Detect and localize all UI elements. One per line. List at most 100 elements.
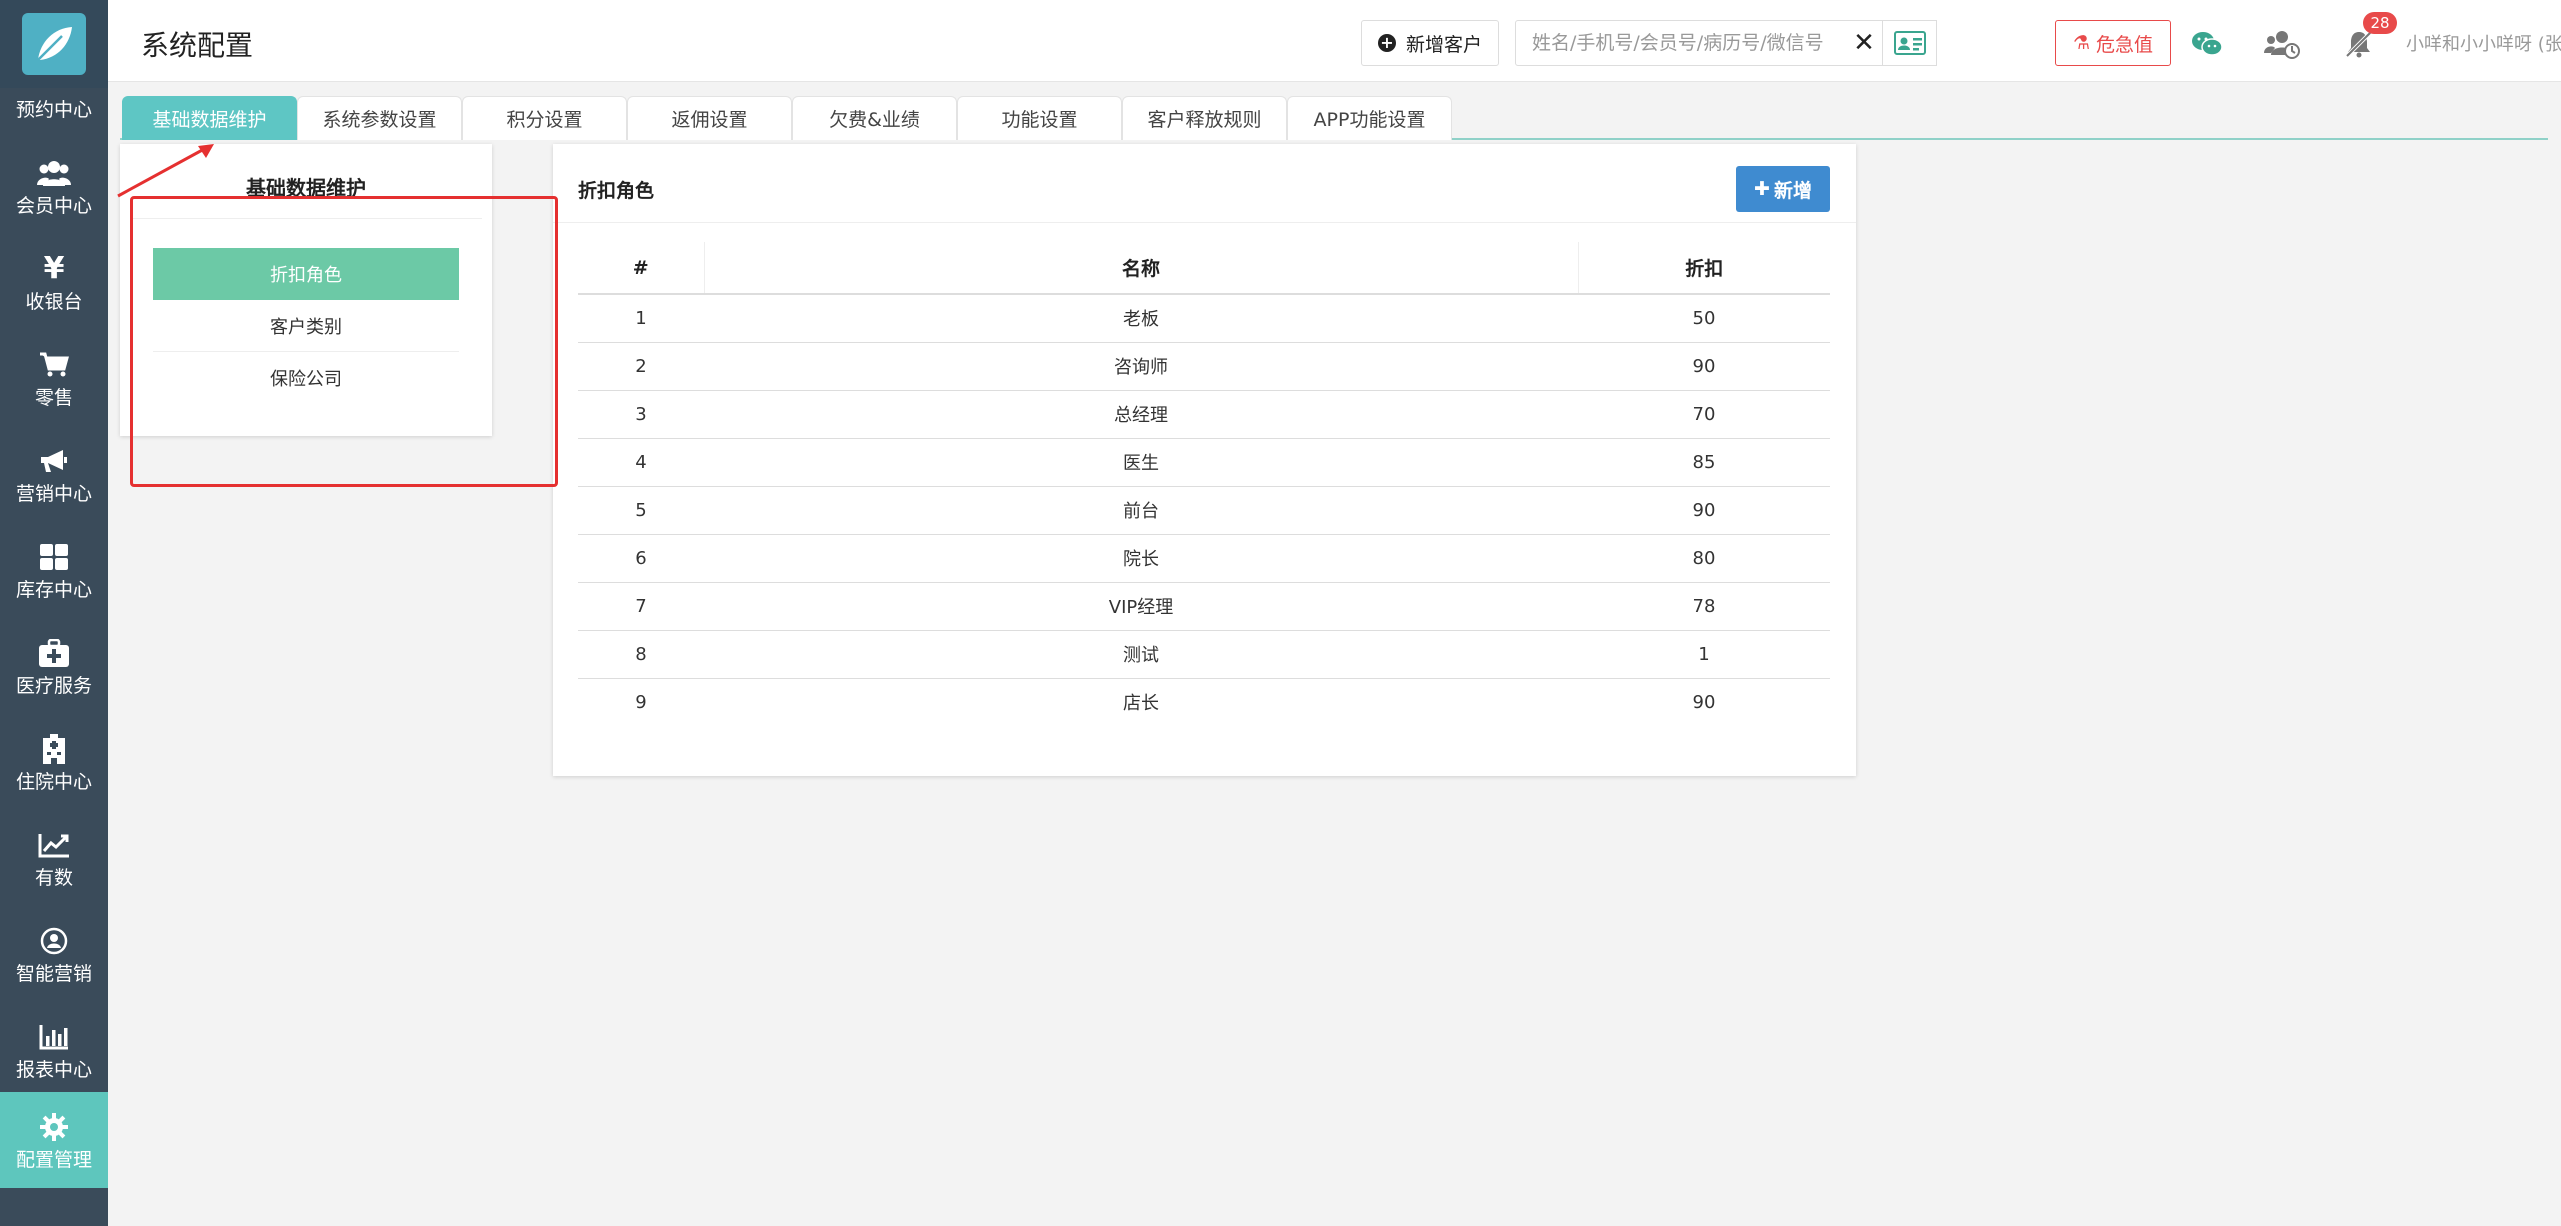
table-header-row: # 名称 折扣 — [578, 242, 1830, 295]
line-chart-icon — [38, 826, 70, 864]
user-menu[interactable]: 小咩和小小咩呀 (张江门诊部) ⌄ — [2406, 30, 2561, 56]
sidebar-item-smart-marketing[interactable]: 智能营销 — [0, 906, 108, 1002]
tab-app-features[interactable]: APP功能设置 — [1287, 96, 1452, 140]
table-row[interactable]: 4 医生 85 — [578, 438, 1830, 487]
wechat-icon[interactable] — [2185, 22, 2229, 66]
medkit-icon — [39, 634, 69, 672]
column-header-name: 名称 — [704, 242, 1579, 295]
cell-name: 医生 — [704, 438, 1578, 487]
panel-title: 基础数据维护 — [246, 176, 366, 200]
sidebar-item-label: 预约中心 — [15, 99, 92, 121]
id-card-icon — [1893, 31, 1926, 55]
cell-discount: 78 — [1578, 582, 1830, 631]
critical-value-button[interactable]: ⚗ 危急值 — [2055, 20, 2171, 66]
config-tabs: 基础数据维护 系统参数设置 积分设置 返佣设置 欠费&业绩 功能设置 客户释放规… — [120, 96, 2548, 140]
cart-icon — [39, 346, 69, 384]
sidebar-item-label: 智能营销 — [15, 963, 92, 985]
flask-icon: ⚗ — [2072, 32, 2091, 54]
cell-discount: 70 — [1578, 390, 1830, 439]
app-logo[interactable] — [0, 0, 108, 88]
cell-discount: 90 — [1578, 486, 1830, 535]
sidebar-item-label: 零售 — [34, 387, 73, 409]
sidebar-item-label: 收银台 — [25, 291, 83, 313]
users-icon — [37, 154, 71, 192]
table-row[interactable]: 2 咨询师 90 — [578, 342, 1830, 391]
cell-name: 总经理 — [704, 390, 1578, 439]
cell-index: 6 — [578, 534, 704, 583]
cell-index: 4 — [578, 438, 704, 487]
page-title: 系统配置 — [141, 29, 254, 62]
notification-badge: 28 — [2363, 12, 2397, 34]
column-header-discount: 折扣 — [1578, 242, 1830, 295]
menu-item-customer-category[interactable]: 客户类别 — [153, 300, 459, 352]
search-input[interactable] — [1516, 23, 1846, 63]
cell-name: 老板 — [704, 294, 1578, 343]
table-row[interactable]: 3 总经理 70 — [578, 390, 1830, 439]
menu-item-insurance-company[interactable]: 保险公司 — [153, 352, 459, 404]
cell-index: 2 — [578, 342, 704, 391]
table-row[interactable]: 8 测试 1 — [578, 630, 1830, 679]
sidebar-item-retail[interactable]: 零售 — [0, 330, 108, 426]
column-header-index: # — [578, 242, 705, 295]
cell-name: 测试 — [704, 630, 1578, 679]
tab-points[interactable]: 积分设置 — [462, 96, 627, 140]
cell-discount: 85 — [1578, 438, 1830, 487]
sidebar-item-reports[interactable]: 报表中心 — [0, 1002, 108, 1098]
table-row[interactable]: 5 前台 90 — [578, 486, 1830, 535]
menu-item-discount-role[interactable]: 折扣角色 — [153, 248, 459, 300]
table-row[interactable]: 1 老板 50 — [578, 294, 1830, 343]
cell-index: 3 — [578, 390, 704, 439]
close-icon[interactable]: ✕ — [1846, 28, 1882, 58]
customer-search: ✕ — [1515, 20, 1883, 66]
cell-name: 咨询师 — [704, 342, 1578, 391]
team-sync-icon[interactable] — [2260, 22, 2304, 66]
sidebar-item-medical[interactable]: 医疗服务 — [0, 618, 108, 714]
sidebar-item-cashier[interactable]: ¥ 收银台 — [0, 234, 108, 330]
table-row[interactable]: 9 店长 90 — [578, 678, 1830, 726]
sidebar-item-members[interactable]: 会员中心 — [0, 138, 108, 234]
discount-role-panel: 折扣角色 ✚ 新增 # 名称 折扣 1 老板 50 2 咨询师 90 3 总经理… — [553, 144, 1856, 776]
plus-circle-icon: + — [1377, 34, 1396, 52]
smart-marketing-icon — [40, 922, 68, 960]
megaphone-icon — [39, 442, 69, 480]
tab-basic-data[interactable]: 基础数据维护 — [122, 96, 297, 140]
tab-arrears-performance[interactable]: 欠费&业绩 — [792, 96, 957, 140]
tab-customer-release[interactable]: 客户释放规则 — [1122, 96, 1287, 140]
sidebar-item-data[interactable]: 有数 — [0, 810, 108, 906]
discount-role-table: # 名称 折扣 1 老板 50 2 咨询师 90 3 总经理 70 4 医生 8… — [578, 242, 1830, 726]
table-row[interactable]: 7 VIP经理 78 — [578, 582, 1830, 631]
sidebar-item-label: 报表中心 — [15, 1059, 92, 1081]
top-header: 系统配置 + 新增客户 ✕ ⚗ 危急值 28 小咩和小小咩呀 (张江门诊部) ⌄ — [108, 0, 2561, 82]
tab-commission[interactable]: 返佣设置 — [627, 96, 792, 140]
table-row[interactable]: 6 院长 80 — [578, 534, 1830, 583]
add-new-button[interactable]: ✚ 新增 — [1736, 166, 1830, 212]
cell-index: 1 — [578, 294, 704, 343]
cell-name: 前台 — [704, 486, 1578, 535]
divider — [553, 222, 1856, 223]
sidebar-item-inventory[interactable]: 库存中心 — [0, 522, 108, 618]
sidebar-item-label: 会员中心 — [15, 195, 92, 217]
sidebar-item-label: 住院中心 — [15, 771, 92, 793]
sidebar-item-config[interactable]: 配置管理 — [0, 1092, 108, 1188]
cell-name: 院长 — [704, 534, 1578, 583]
tab-features[interactable]: 功能设置 — [957, 96, 1122, 140]
cell-discount: 90 — [1578, 342, 1830, 391]
plus-icon: ✚ — [1754, 178, 1770, 200]
basic-data-panel: 基础数据维护 折扣角色 客户类别 保险公司 — [120, 144, 492, 436]
sidebar-item-appointment[interactable]: 预约中心 — [0, 88, 108, 128]
sidebar-item-label: 配置管理 — [15, 1149, 92, 1171]
bar-chart-icon — [39, 1018, 69, 1056]
cell-name: 店长 — [1123, 693, 1159, 715]
add-customer-label: 新增客户 — [1405, 33, 1482, 56]
tab-system-params[interactable]: 系统参数设置 — [297, 96, 462, 140]
sidebar-item-inpatient[interactable]: 住院中心 — [0, 714, 108, 810]
sidebar-item-label: 营销中心 — [15, 483, 92, 505]
cell-discount: 90 — [1692, 691, 1716, 713]
add-customer-button[interactable]: + 新增客户 — [1361, 20, 1499, 66]
cell-index: 8 — [578, 630, 704, 679]
sidebar-item-marketing[interactable]: 营销中心 — [0, 426, 108, 522]
hospital-icon — [41, 730, 67, 768]
cell-index: 7 — [578, 582, 704, 631]
critical-value-label: 危急值 — [2096, 33, 2154, 56]
id-card-button[interactable] — [1883, 20, 1937, 66]
